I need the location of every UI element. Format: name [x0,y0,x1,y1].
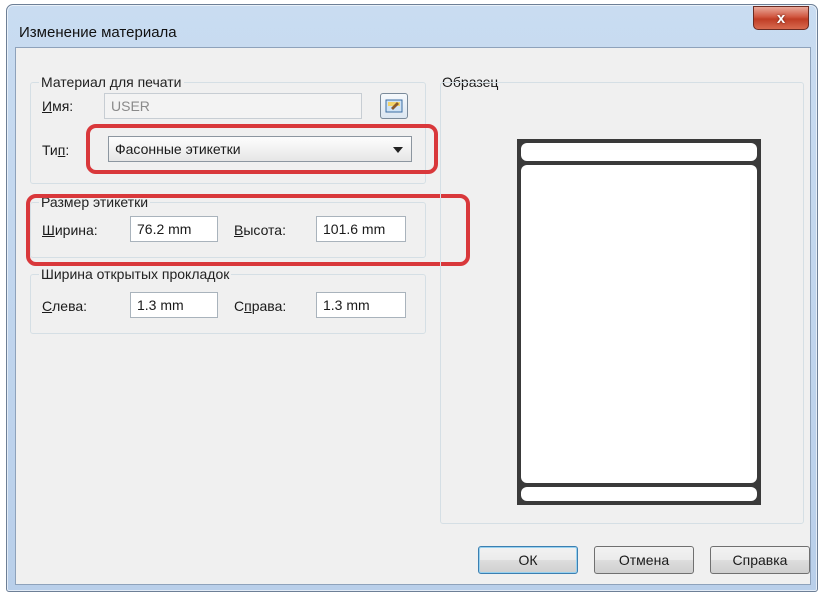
preview-top-label [521,143,757,161]
preview-bottom-label [521,487,757,501]
right-liner-label: Справа: [234,298,287,314]
left-liner-field[interactable]: 1.3 mm [130,292,218,318]
edit-material-button[interactable] [380,93,408,119]
name-label: Имя: [42,98,74,114]
close-button[interactable]: x [753,6,809,30]
label-edit-icon [385,99,403,113]
right-liner-field[interactable]: 1.3 mm [316,292,406,318]
preview-main-label [521,165,757,483]
material-group-label: Материал для печати [39,74,184,90]
sample-frame [440,82,804,524]
dialog-client-area: Материал для печати Имя: USER Тип: Фасон… [15,47,811,585]
cancel-button[interactable]: Отмена [594,546,694,574]
type-label: Тип: [42,142,70,158]
help-button[interactable]: Справка [710,546,810,574]
name-field[interactable]: USER [104,93,362,119]
size-highlight [26,194,470,266]
title-bar: Изменение материала x [7,5,817,41]
liner-group-label: Ширина открытых прокладок [39,266,232,282]
left-liner-label: Слева: [42,298,88,314]
close-icon: x [776,9,786,27]
window-title: Изменение материала [19,24,177,41]
dialog-window: Изменение материала x Материал для печат… [6,4,818,592]
type-highlight [86,124,438,174]
ok-button[interactable]: ОК [478,546,578,574]
